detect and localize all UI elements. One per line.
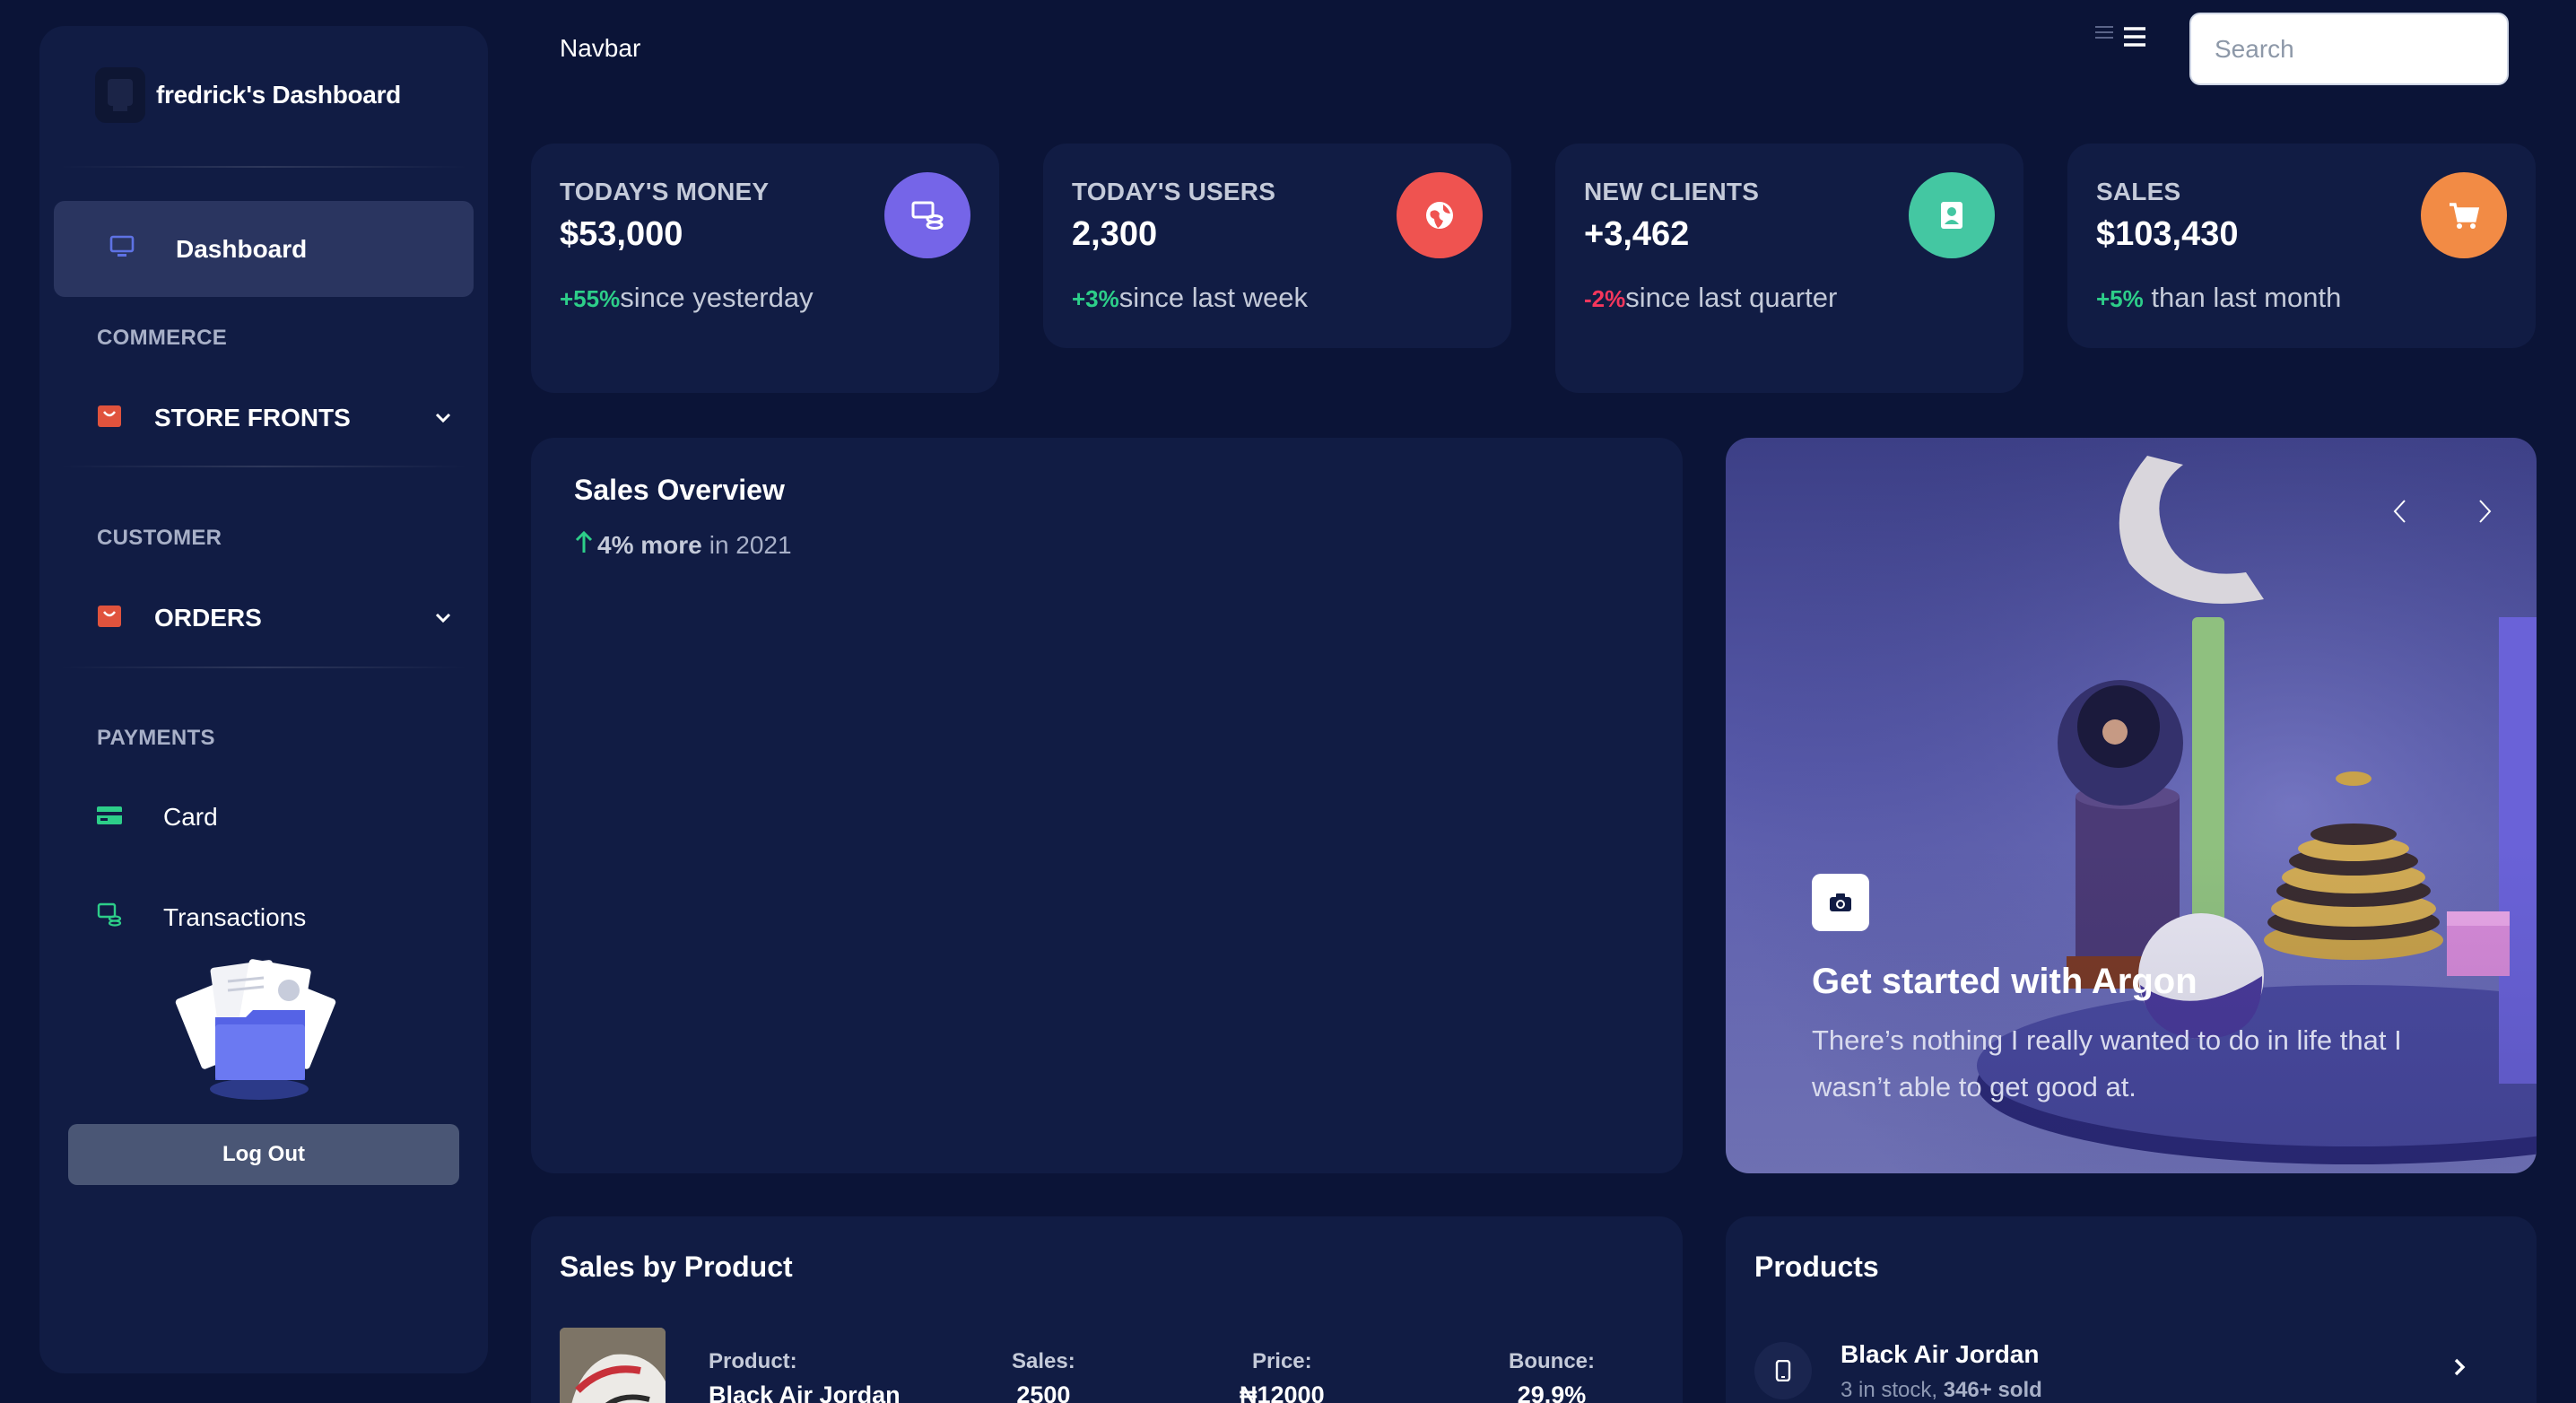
stat-suffix: since last week: [1118, 282, 1308, 313]
bounce-value: 29.9%: [1517, 1381, 1587, 1403]
stat-card-sales: SALES $103,430 +5% than last month: [2067, 144, 2536, 348]
card-title: Sales by Product: [560, 1250, 793, 1283]
carousel-prev-button[interactable]: [2382, 493, 2418, 529]
stat-suffix: since yesterday: [620, 282, 814, 313]
stat-change: +3%: [1072, 285, 1119, 312]
overview-period: in 2021: [709, 530, 792, 559]
bag-icon: [97, 403, 122, 432]
carousel-next-button[interactable]: [2467, 493, 2502, 529]
hamburger-menu-icon[interactable]: [2093, 23, 2151, 52]
overview-change: 4% more: [597, 530, 702, 559]
section-title-commerce: COMMERCE: [97, 326, 228, 350]
column-label: Product:: [709, 1349, 797, 1373]
stat-title: SALES: [2096, 178, 2181, 205]
column-label: Bounce:: [1509, 1349, 1595, 1373]
carousel-text: There’s nothing I really wanted to do in…: [1812, 1024, 2402, 1102]
stat-suffix: than last month: [2143, 282, 2342, 313]
stat-value: +3,462: [1584, 215, 1690, 253]
product-name: Black Air Jordan: [709, 1381, 901, 1403]
sidebar-group-orders[interactable]: ORDERS: [97, 603, 456, 632]
stat-title: TODAY'S MONEY: [560, 178, 770, 205]
product-name: Black Air Jordan: [1841, 1340, 2040, 1368]
sidebar-item-label: Card: [163, 803, 218, 831]
stat-footer: +55%since yesterday: [560, 274, 883, 322]
brand-name: fredrick's Dashboard: [156, 81, 401, 109]
card-title: Sales Overview: [574, 474, 785, 506]
world-icon: [1397, 172, 1483, 258]
carousel[interactable]: Get started with Argon There’s nothing I…: [1726, 438, 2537, 1173]
stat-title: TODAY'S USERS: [1072, 178, 1276, 205]
column-label: Sales:: [1012, 1349, 1075, 1373]
cart-icon: [2421, 172, 2507, 258]
brand-logo-icon: [95, 67, 145, 123]
price-column: Price: ₦12000: [1240, 1349, 1325, 1403]
sidebar-divider: [59, 667, 468, 668]
stat-change: +55%: [560, 285, 621, 312]
sidebar-group-label: STORE FRONTS: [154, 403, 351, 431]
bounce-column: Bounce: 29.9%: [1509, 1349, 1595, 1403]
stat-value: $103,430: [2096, 215, 2239, 253]
transactions-icon: [97, 902, 122, 932]
stat-change: +5%: [2096, 285, 2144, 312]
sidebar-item-label: Transactions: [163, 902, 307, 931]
sidebar-group-store-fronts[interactable]: STORE FRONTS: [97, 403, 456, 432]
sidebar-divider: [59, 466, 468, 467]
sidebar: fredrick's Dashboard Dashboard COMMERCE …: [39, 26, 488, 1373]
money-coins-icon: [884, 172, 970, 258]
stat-footer: +5% than last month: [2096, 274, 2491, 322]
sidebar-item-card[interactable]: Card: [97, 803, 218, 832]
stat-card-new-clients: NEW CLIENTS +3,462 -2%since last quarter: [1555, 144, 2023, 393]
user-card-icon: [1909, 172, 1995, 258]
navbar-title: Navbar: [560, 34, 641, 62]
stat-card-todays-money: TODAY'S MONEY $53,000 +55%since yesterda…: [531, 144, 999, 393]
stat-suffix: since last quarter: [1625, 282, 1838, 313]
sidebar-divider: [59, 166, 468, 168]
price-value: ₦12000: [1240, 1381, 1325, 1403]
card-title: Products: [1754, 1250, 1879, 1283]
product-thumbnail-image: [560, 1328, 666, 1403]
stat-footer: +3%since last week: [1072, 274, 1466, 322]
monitor-icon: [109, 235, 135, 263]
stat-change: -2%: [1584, 285, 1626, 312]
product-column: Product: Black Air Jordan: [709, 1349, 901, 1403]
chevron-right-icon[interactable]: [2443, 1351, 2476, 1383]
products-card: Products Black Air Jordan 3 in stock, 34…: [1726, 1216, 2537, 1403]
section-title-customer: CUSTOMER: [97, 526, 222, 550]
stat-value: $53,000: [560, 215, 683, 253]
sales-by-product-card: Sales by Product Product: Black Air Jord…: [531, 1216, 1683, 1403]
sales-column: Sales: 2500: [1012, 1349, 1075, 1403]
stat-footer: -2%since last quarter: [1584, 274, 1907, 322]
credit-card-icon: [97, 805, 122, 831]
brand[interactable]: fredrick's Dashboard: [95, 67, 401, 123]
stat-card-todays-users: TODAY'S USERS 2,300 +3%since last week: [1043, 144, 1511, 348]
sales-overview-card: Sales Overview 4% more in 2021: [531, 438, 1683, 1173]
sidebar-item-dashboard[interactable]: Dashboard: [54, 201, 474, 297]
chevron-down-icon[interactable]: [431, 405, 456, 431]
carousel-title: Get started with Argon: [1812, 962, 2197, 1001]
stat-value: 2,300: [1072, 215, 1158, 253]
stock-text: 3 in stock,: [1841, 1378, 1944, 1402]
sales-value: 2500: [1016, 1381, 1071, 1403]
logout-button[interactable]: Log Out: [68, 1124, 459, 1185]
sold-count: 346+ sold: [1943, 1378, 2042, 1402]
section-title-payments: PAYMENTS: [97, 726, 215, 750]
column-label: Price:: [1251, 1349, 1312, 1373]
camera-icon: [1812, 874, 1869, 931]
arrow-up-icon: [574, 529, 594, 561]
stat-title: NEW CLIENTS: [1584, 178, 1760, 205]
search-input[interactable]: [2189, 13, 2509, 85]
overview-subtitle: 4% more in 2021: [574, 529, 792, 561]
documents-folder-illustration: [174, 954, 344, 1111]
mobile-device-icon: [1754, 1342, 1812, 1399]
chevron-down-icon[interactable]: [431, 606, 456, 631]
bag-icon: [97, 603, 122, 632]
sidebar-group-label: ORDERS: [154, 603, 262, 632]
sidebar-item-transactions[interactable]: Transactions: [97, 902, 306, 932]
product-stock: 3 in stock, 346+ sold: [1841, 1378, 2042, 1403]
sidebar-item-label: Dashboard: [176, 234, 308, 263]
